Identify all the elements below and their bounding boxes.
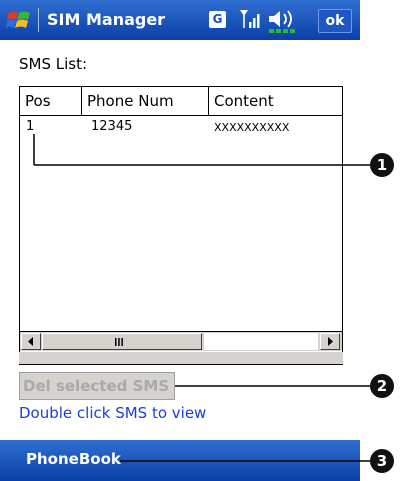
cell-content: XXXXXXXXXX — [214, 121, 290, 134]
scroll-right-button[interactable] — [320, 333, 340, 350]
sms-list[interactable]: Pos Phone Num Content 1 12345 XXXXXXXXXX — [19, 86, 343, 353]
title-bar: SIM Manager G ok — [0, 0, 360, 40]
gprs-badge-icon: G — [209, 11, 226, 28]
cell-phone-num: 12345 — [91, 119, 133, 134]
column-header-phone-num[interactable]: Phone Num — [82, 87, 209, 115]
list-item[interactable]: 1 12345 XXXXXXXXXX — [20, 117, 342, 137]
phonebook-softkey[interactable]: PhoneBook — [26, 450, 121, 468]
title-separator — [38, 8, 39, 32]
arrow-left-icon — [28, 337, 33, 346]
scroll-left-button[interactable] — [21, 333, 41, 350]
list-footer-strip — [19, 352, 343, 365]
windows-start-icon[interactable] — [6, 8, 32, 32]
view-hint-text: Double click SMS to view — [19, 404, 207, 422]
cell-pos: 1 — [26, 119, 35, 134]
scroll-thumb[interactable] — [42, 333, 202, 350]
arrow-right-icon — [328, 337, 333, 346]
signal-icon[interactable] — [238, 8, 262, 30]
list-header: Pos Phone Num Content — [20, 87, 342, 116]
column-header-pos[interactable]: Pos — [20, 87, 82, 115]
column-header-content[interactable]: Content — [209, 87, 342, 115]
ok-button[interactable]: ok — [318, 9, 352, 33]
scroll-track[interactable] — [204, 333, 318, 350]
grip-icon — [115, 338, 123, 346]
callout-marker-2: 2 — [370, 374, 394, 398]
callout-marker-3: 3 — [370, 449, 394, 473]
speaker-icon[interactable] — [265, 8, 309, 34]
sms-list-label: SMS List: — [19, 55, 88, 73]
bottom-menu-bar: PhoneBook — [0, 440, 360, 481]
horizontal-scrollbar[interactable] — [20, 331, 342, 351]
app-title: SIM Manager — [47, 10, 166, 29]
callout-marker-1: 1 — [370, 153, 394, 177]
delete-selected-sms-button[interactable]: Del selected SMS — [19, 372, 175, 400]
